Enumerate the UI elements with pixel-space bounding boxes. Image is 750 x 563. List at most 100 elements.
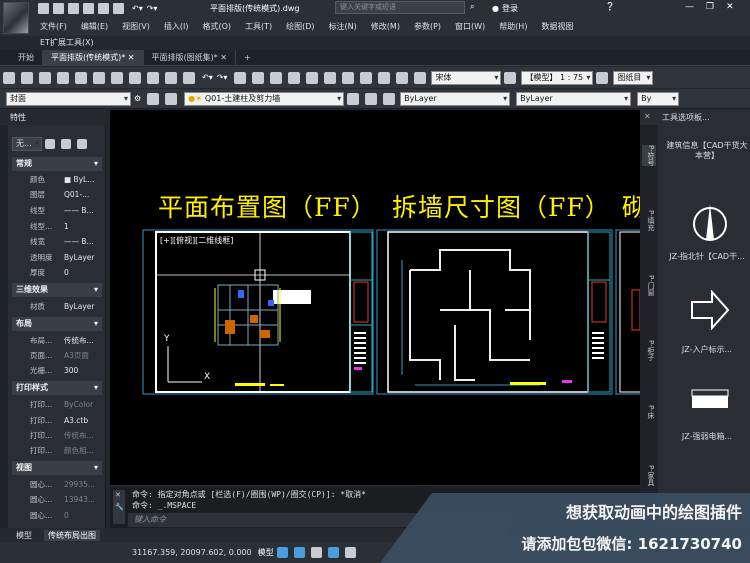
markup-icon[interactable]: [378, 71, 391, 84]
prop-row[interactable]: 圆心... 0: [12, 508, 102, 523]
palette-item-entry[interactable]: JZ-入户标示...: [664, 345, 750, 355]
prop-row[interactable]: 打印... 颜色相...: [12, 443, 102, 458]
open-icon[interactable]: [53, 3, 64, 14]
tab-layout-sheetset[interactable]: 平面排版(图纸集)* ✕: [144, 49, 236, 66]
menu-view[interactable]: 视图(V): [122, 21, 150, 32]
copy-icon[interactable]: [129, 71, 141, 84]
plot-icon[interactable]: [113, 3, 124, 14]
polar-icon[interactable]: [327, 547, 339, 558]
palette-close-icon[interactable]: ✕: [644, 112, 651, 121]
search-input[interactable]: 键入关键字或短语: [335, 1, 465, 14]
view-select[interactable]: 封面: [6, 91, 131, 106]
section-3d-effects[interactable]: 三维效果: [12, 283, 102, 297]
design-center-icon[interactable]: [324, 71, 337, 84]
prop-row[interactable]: 颜色 ■ ByL...: [12, 172, 102, 187]
menu-insert[interactable]: 插入(I): [164, 21, 189, 32]
login-area[interactable]: ● 登录: [492, 3, 518, 14]
electrical-box-icon[interactable]: [690, 388, 730, 418]
menu-edit[interactable]: 编辑(E): [81, 21, 108, 32]
tab-hatch[interactable]: P-填充: [642, 210, 656, 231]
sheet-set-icon[interactable]: [360, 71, 373, 84]
sheet-select[interactable]: 图纸目: [613, 70, 654, 85]
login-label[interactable]: 登录: [502, 3, 518, 14]
close-icon[interactable]: ✕: [220, 53, 227, 62]
zoom-realtime-icon[interactable]: [252, 71, 265, 84]
preview-icon[interactable]: [75, 71, 87, 84]
tab-cabinets[interactable]: P-柜子: [642, 340, 656, 361]
properties-icon[interactable]: [306, 71, 319, 84]
menu-tools[interactable]: 工具(T): [245, 21, 272, 32]
prop-row[interactable]: 打印... A3.ctb: [12, 413, 102, 428]
prop-row[interactable]: 图层 Q01-...: [12, 187, 102, 202]
search-icon[interactable]: ⌕: [470, 2, 474, 12]
menu-help[interactable]: 帮助(H): [499, 21, 527, 32]
layer-state-icon[interactable]: [165, 92, 178, 105]
section-layout[interactable]: 布局: [12, 317, 102, 331]
save-icon[interactable]: [68, 3, 79, 14]
layer-select[interactable]: ●☀ Q01-土建柱及剪力墙: [184, 91, 345, 106]
app-logo[interactable]: [3, 2, 29, 34]
section-plot-style[interactable]: 打印样式: [12, 381, 102, 395]
close-icon[interactable]: ✕: [726, 2, 734, 12]
publish-icon[interactable]: [93, 71, 105, 84]
entry-arrow-icon[interactable]: [690, 290, 730, 330]
text-style-select[interactable]: 宋体: [431, 70, 502, 85]
table-style-icon[interactable]: [596, 71, 609, 84]
tab-symbols[interactable]: P-符号: [642, 145, 656, 166]
new-tab-button[interactable]: +: [236, 50, 259, 66]
snap-icon[interactable]: [293, 547, 305, 558]
palette-item-north-arrow[interactable]: JZ-指北针【CAD干...: [664, 252, 750, 262]
tab-start[interactable]: 开始: [10, 49, 43, 66]
dim-style-icon[interactable]: [504, 71, 517, 84]
maximize-icon[interactable]: ❐: [706, 2, 714, 12]
make-current-icon[interactable]: [347, 92, 360, 105]
undo-icon[interactable]: ↶▾: [132, 4, 143, 13]
menu-dimension[interactable]: 标注(N): [329, 21, 357, 32]
new-icon[interactable]: [3, 71, 15, 84]
paste-icon[interactable]: [147, 71, 159, 84]
menu-dataview[interactable]: 数据视图: [541, 21, 573, 32]
menu-file[interactable]: 文件(F): [40, 21, 67, 32]
color-select[interactable]: ByLayer: [400, 91, 511, 106]
panel-grip[interactable]: [0, 125, 8, 528]
prop-row[interactable]: 线型 —— B...: [12, 203, 102, 218]
tab-model[interactable]: 模型: [16, 530, 32, 541]
new-icon[interactable]: [38, 3, 49, 14]
prop-row[interactable]: 圆心... 29935...: [12, 477, 102, 492]
prop-row[interactable]: 圆心... 13943...: [12, 492, 102, 507]
tool-palette-icon[interactable]: [342, 71, 355, 84]
north-arrow-icon[interactable]: [690, 200, 730, 245]
prop-row[interactable]: 布局... 传统布...: [12, 333, 102, 348]
palette-item-info[interactable]: 建筑信息【CAD干货大本营】: [664, 141, 750, 161]
saveas-icon[interactable]: [83, 3, 94, 14]
section-general[interactable]: 常规: [12, 157, 102, 171]
tab-furniture[interactable]: P-家具: [642, 465, 656, 486]
save-icon[interactable]: [39, 71, 51, 84]
tab-doors-windows[interactable]: P-门窗: [642, 275, 656, 296]
layer-isolate-icon[interactable]: [383, 92, 396, 105]
layer-previous-icon[interactable]: [365, 92, 378, 105]
ortho-icon[interactable]: [310, 547, 322, 558]
zoom-window-icon[interactable]: [270, 71, 283, 84]
settings-icon[interactable]: ⚙: [134, 94, 141, 103]
pan-icon[interactable]: [234, 71, 247, 84]
redo-icon[interactable]: ↷▾: [217, 73, 228, 82]
block-icon[interactable]: [183, 71, 195, 84]
prop-row[interactable]: 线宽 —— B...: [12, 234, 102, 249]
prop-row[interactable]: 透明度 ByLayer: [12, 250, 102, 265]
prop-row[interactable]: 打印... 传统布...: [12, 428, 102, 443]
wrench-icon[interactable]: 🔧: [115, 503, 124, 511]
menu-et-tools[interactable]: ET扩展工具(X): [40, 37, 94, 48]
prop-row[interactable]: 光栅... 300: [12, 363, 102, 378]
close-icon[interactable]: ✕: [128, 53, 135, 62]
minimize-icon[interactable]: —: [685, 2, 694, 12]
viewport-label[interactable]: [+][俯视][二维线框]: [160, 235, 233, 246]
drawing-canvas[interactable]: 平面布置图（FF） 拆墙尺寸图（FF） 砌 [+][俯视][二维线框] Y X: [110, 110, 640, 485]
toggle-pickadd-icon[interactable]: [45, 139, 55, 149]
tab-layout-traditional[interactable]: 平面排版(传统模式)* ✕: [43, 49, 144, 66]
coordinates-readout[interactable]: 31167.359, 20097.602, 0.000: [132, 548, 252, 557]
linetype-select[interactable]: ByLayer: [516, 91, 632, 106]
quick-select-icon[interactable]: [77, 139, 87, 149]
prop-row[interactable]: 页面... A3页面: [12, 348, 102, 363]
menu-parametric[interactable]: 参数(P): [414, 21, 441, 32]
